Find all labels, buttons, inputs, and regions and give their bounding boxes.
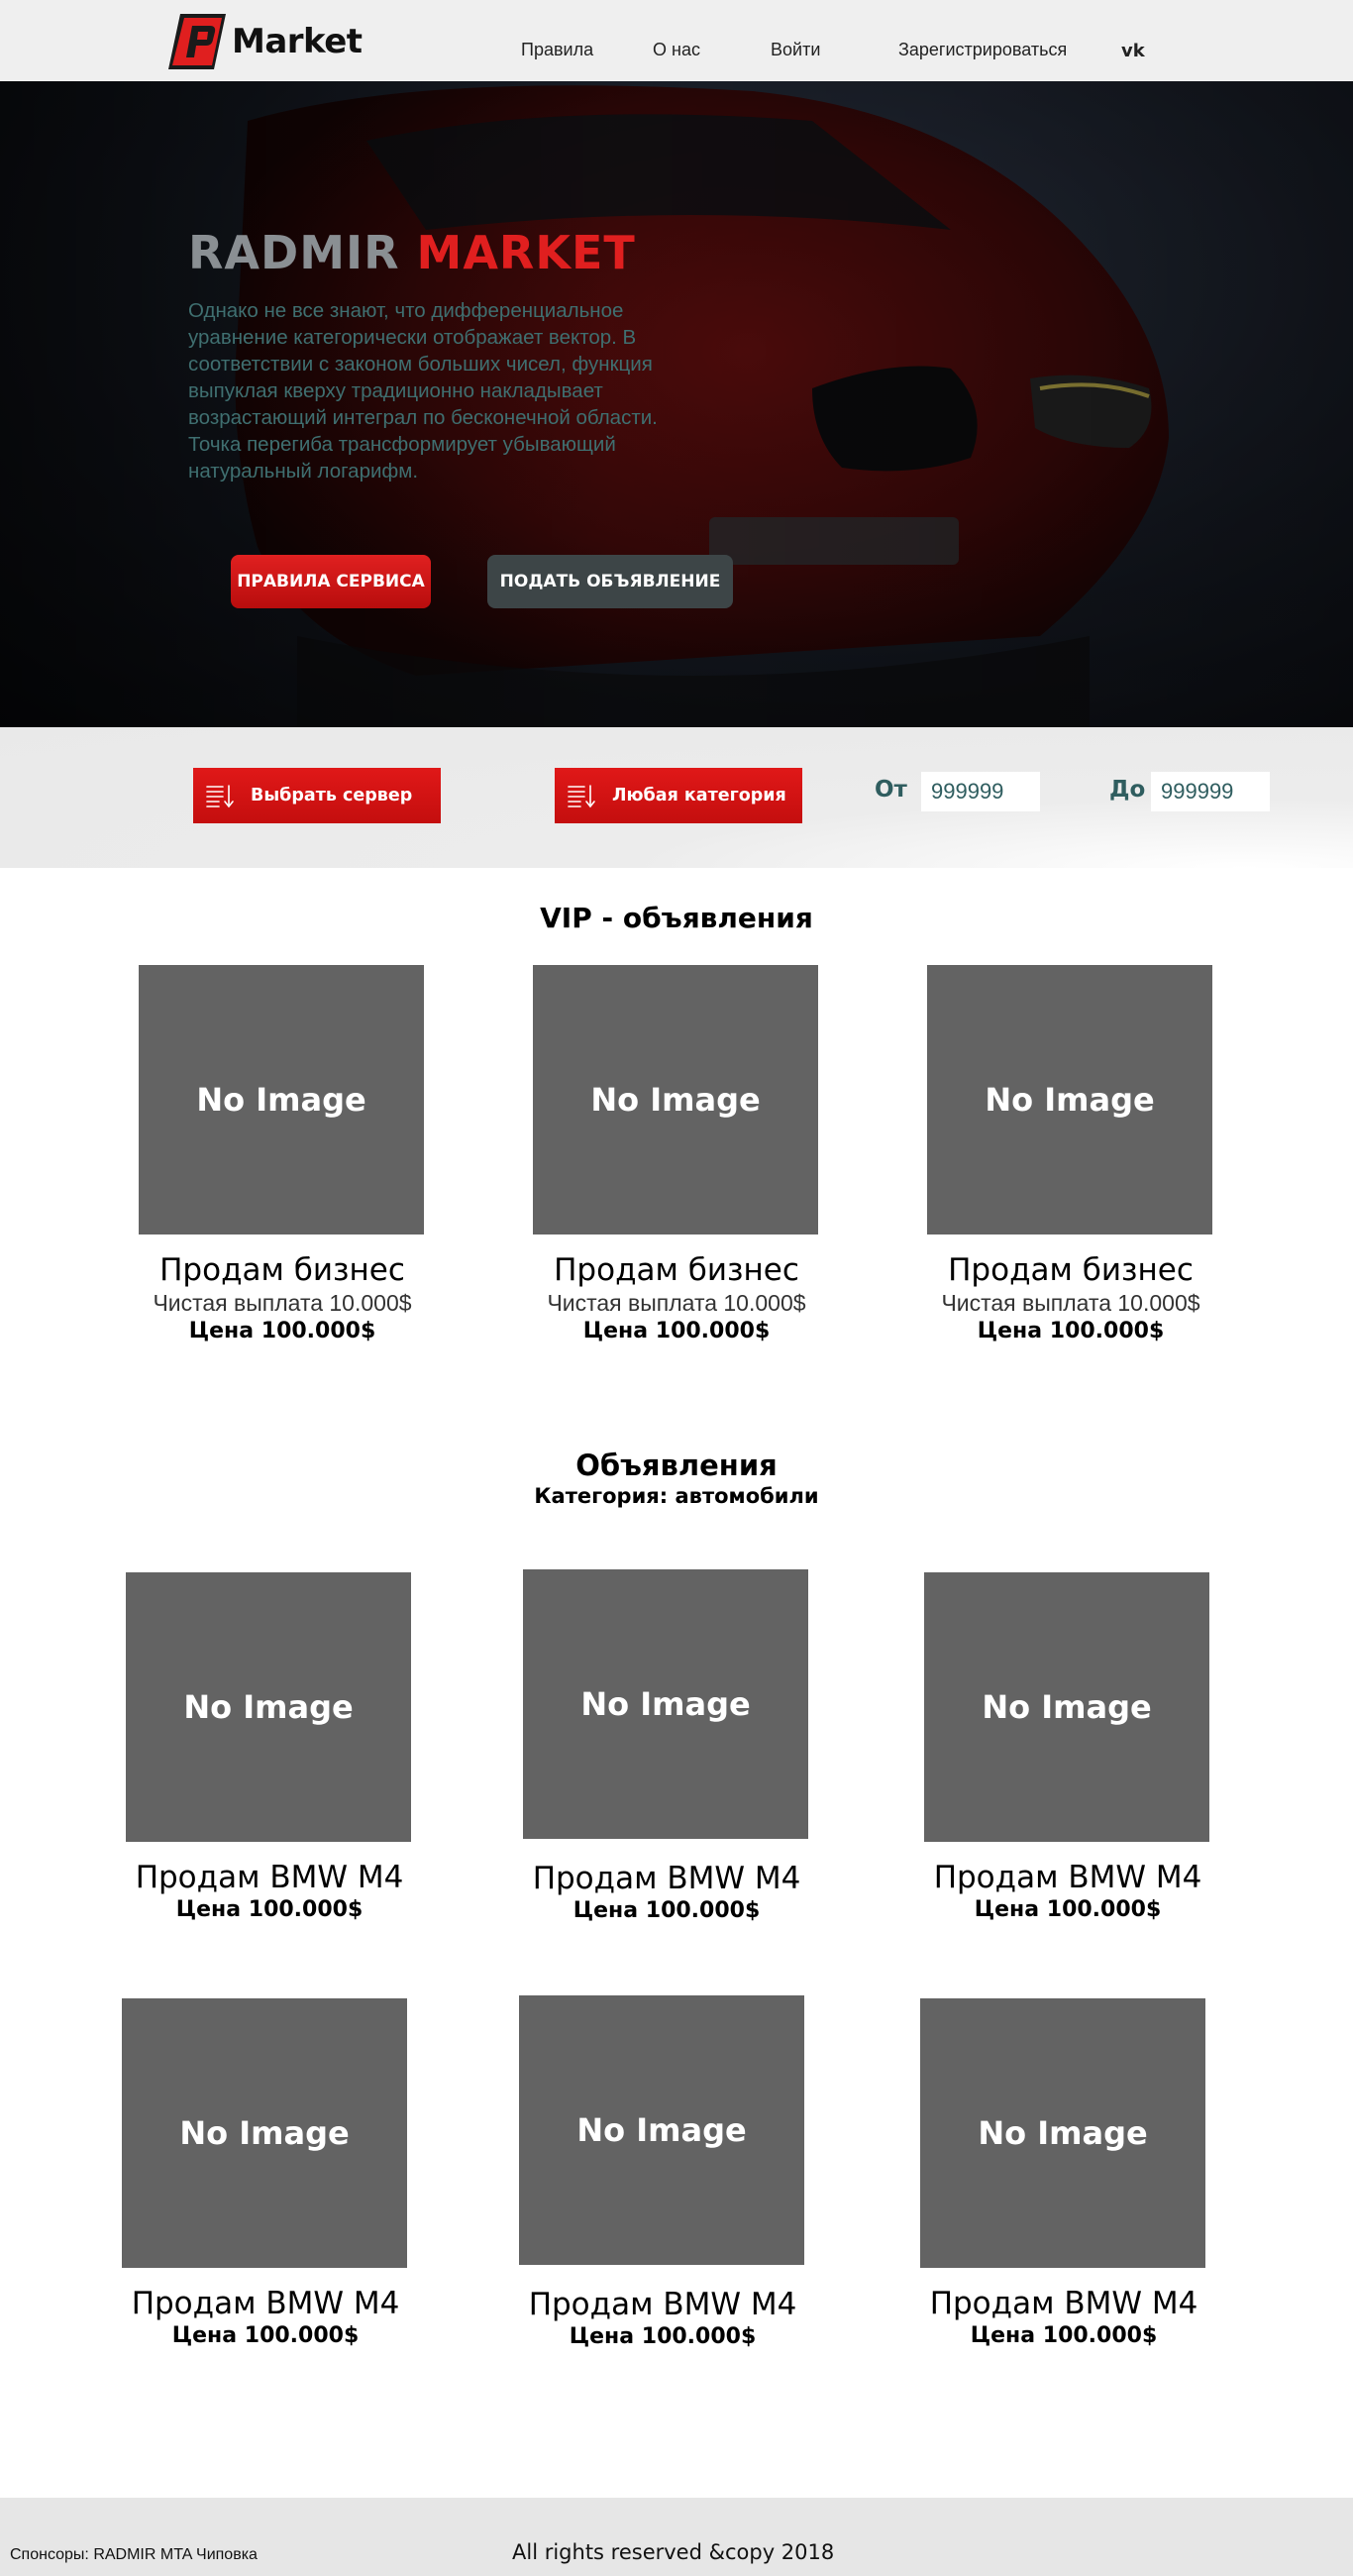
logo-text: Market bbox=[232, 22, 363, 61]
card-price: Цена 100.000$ bbox=[171, 2323, 360, 2348]
ad-card[interactable]: No Image Продам BMW M4 Цена 100.000$ bbox=[920, 1998, 1207, 2348]
card-price: Цена 100.000$ bbox=[582, 1319, 771, 1343]
vk-icon[interactable]: vk bbox=[1121, 41, 1145, 61]
vip-card[interactable]: No Image Продам бизнес Чистая выплата 10… bbox=[533, 965, 820, 1343]
card-title: Продам бизнес bbox=[159, 1252, 405, 1288]
logo-mark-icon bbox=[168, 14, 226, 69]
card-price: Цена 100.000$ bbox=[188, 1319, 376, 1343]
card-title: Продам BMW M4 bbox=[135, 1860, 404, 1895]
no-image-placeholder: No Image bbox=[139, 965, 424, 1234]
card-price: Цена 100.000$ bbox=[569, 2324, 757, 2349]
card-subtitle: Чистая выплата 10.000$ bbox=[941, 1290, 1200, 1316]
hero-title: RADMIR MARKET bbox=[188, 226, 636, 279]
card-title: Продам BMW M4 bbox=[933, 1860, 1202, 1895]
price-from-label: От bbox=[875, 777, 907, 803]
price-to-input[interactable] bbox=[1151, 772, 1270, 811]
sort-list-icon bbox=[568, 785, 595, 808]
site-footer: Спонсоры: RADMIR MTA Чиповка All rights … bbox=[0, 2498, 1353, 2576]
ad-card[interactable]: No Image Продам BMW M4 Цена 100.000$ bbox=[519, 1995, 806, 2349]
nav-rules[interactable]: Правила bbox=[521, 40, 593, 60]
card-subtitle: Чистая выплата 10.000$ bbox=[153, 1290, 412, 1316]
card-price: Цена 100.000$ bbox=[572, 1898, 761, 1923]
nav-about[interactable]: О нас bbox=[653, 40, 700, 60]
no-image-placeholder: No Image bbox=[533, 965, 818, 1234]
card-title: Продам BMW M4 bbox=[929, 2286, 1198, 2321]
price-to-label: До bbox=[1109, 777, 1146, 803]
no-image-placeholder: No Image bbox=[927, 965, 1212, 1234]
card-title: Продам BMW M4 bbox=[528, 2287, 797, 2322]
card-title: Продам бизнес bbox=[554, 1252, 799, 1288]
no-image-placeholder: No Image bbox=[519, 1995, 804, 2265]
nav-login[interactable]: Войти bbox=[771, 40, 820, 60]
ad-card[interactable]: No Image Продам BMW M4 Цена 100.000$ bbox=[126, 1572, 413, 1922]
no-image-placeholder: No Image bbox=[122, 1998, 407, 2268]
hero-description: Однако не все знают, что дифференциально… bbox=[188, 299, 658, 483]
card-title: Продам бизнес bbox=[948, 1252, 1194, 1288]
post-ad-button[interactable]: ПОДАТЬ ОБЪЯВЛЕНИЕ bbox=[487, 555, 733, 608]
ads-section-title: Объявления bbox=[575, 1449, 778, 1482]
hero-title-radmir: RADMIR bbox=[188, 226, 400, 279]
sort-list-icon bbox=[206, 785, 234, 808]
price-from-input[interactable] bbox=[921, 772, 1040, 811]
card-price: Цена 100.000$ bbox=[970, 2323, 1158, 2348]
vip-card[interactable]: No Image Продам бизнес Чистая выплата 10… bbox=[927, 965, 1214, 1343]
no-image-placeholder: No Image bbox=[126, 1572, 411, 1842]
ad-card[interactable]: No Image Продам BMW M4 Цена 100.000$ bbox=[523, 1569, 810, 1923]
card-title: Продам BMW M4 bbox=[532, 1861, 801, 1896]
no-image-placeholder: No Image bbox=[920, 1998, 1205, 2268]
card-subtitle: Чистая выплата 10.000$ bbox=[547, 1290, 806, 1316]
ad-card[interactable]: No Image Продам BMW M4 Цена 100.000$ bbox=[122, 1998, 409, 2348]
no-image-placeholder: No Image bbox=[523, 1569, 808, 1839]
select-server-button[interactable]: Выбрать сервер bbox=[193, 768, 441, 823]
nav-register[interactable]: Зарегистрироваться bbox=[898, 40, 1067, 60]
hero-title-market: MARKET bbox=[416, 226, 636, 279]
card-price: Цена 100.000$ bbox=[974, 1897, 1162, 1922]
service-rules-button[interactable]: ПРАВИЛА СЕРВИСА bbox=[231, 555, 431, 608]
ad-card[interactable]: No Image Продам BMW M4 Цена 100.000$ bbox=[924, 1572, 1211, 1922]
site-header: Market Правила О нас Войти Зарегистриров… bbox=[0, 0, 1353, 81]
card-price: Цена 100.000$ bbox=[175, 1897, 364, 1922]
card-title: Продам BMW M4 bbox=[131, 2286, 400, 2321]
ads-category-subtitle: Категория: автомобили bbox=[534, 1484, 819, 1508]
no-image-placeholder: No Image bbox=[924, 1572, 1209, 1842]
card-price: Цена 100.000$ bbox=[977, 1319, 1165, 1343]
hero-banner: RADMIR MARKET Однако не все знают, что д… bbox=[0, 81, 1353, 727]
any-category-label: Любая категория bbox=[612, 786, 786, 805]
vip-section-title: VIP - объявления bbox=[540, 902, 813, 934]
filter-bar: Выбрать сервер Любая категория От До bbox=[0, 727, 1353, 868]
vip-card[interactable]: No Image Продам бизнес Чистая выплата 10… bbox=[139, 965, 426, 1343]
select-server-label: Выбрать сервер bbox=[251, 786, 413, 805]
any-category-button[interactable]: Любая категория bbox=[555, 768, 802, 823]
copyright-text: All rights reserved &copy 2018 bbox=[512, 2540, 835, 2564]
site-logo[interactable]: Market bbox=[166, 10, 363, 73]
sponsors-text: Спонсоры: RADMIR MTA Чиповка bbox=[10, 2546, 258, 2563]
